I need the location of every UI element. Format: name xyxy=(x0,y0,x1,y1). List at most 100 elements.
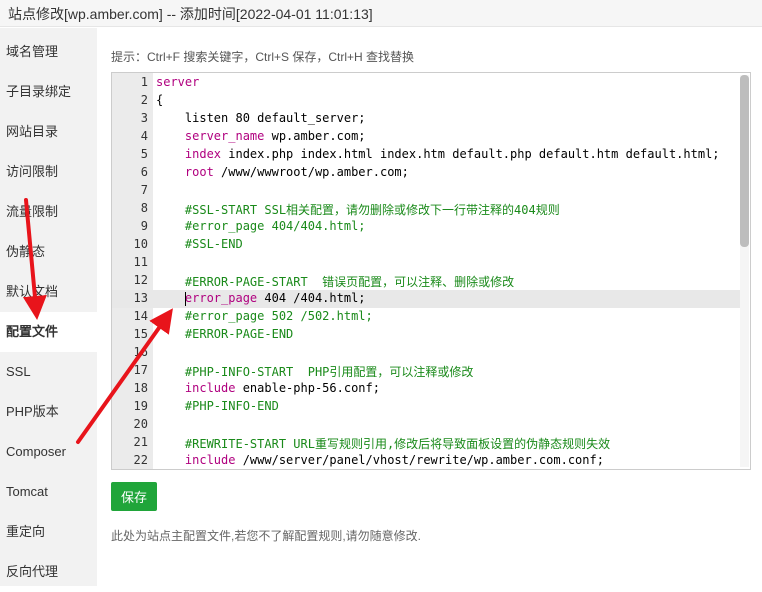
save-button[interactable]: 保存 xyxy=(111,482,157,511)
sidebar-item[interactable]: Composer xyxy=(0,432,97,472)
code-line[interactable]: 15 #ERROR-PAGE-END xyxy=(112,326,740,344)
line-number: 17 xyxy=(133,363,148,377)
code-text: #SSL-START SSL相关配置，请勿删除或修改下一行带注释的404规则 xyxy=(156,201,560,218)
sidebar-item[interactable]: Tomcat xyxy=(0,472,97,512)
line-number: 5 xyxy=(140,147,148,161)
code-text: #error_page 404/404.html; xyxy=(156,219,366,233)
code-line[interactable]: 2{ xyxy=(112,92,740,110)
line-number: 4 xyxy=(140,129,148,143)
config-editor[interactable]: 1 server 2{3 listen 80 default_server; 4 se… xyxy=(111,72,751,470)
code-line[interactable]: 20 xyxy=(112,416,740,434)
code-value: /www/server/panel/vhost/rewrite/wp.amber… xyxy=(235,453,604,467)
code-line[interactable]: 19 #PHP-INFO-END xyxy=(112,398,740,416)
code-line[interactable]: 21 #REWRITE-START URL重写规则引用,修改后将导致面板设置的伪… xyxy=(112,434,740,452)
code-line[interactable]: 9 #error_page 404/404.html; xyxy=(112,218,740,236)
code-keyword: include xyxy=(156,381,236,395)
code-line[interactable]: 17 #PHP-INFO-START PHP引用配置，可以注释或修改 xyxy=(112,362,740,380)
line-number: 6 xyxy=(140,165,148,179)
code-line[interactable]: 13 error_page 404 /404.html; xyxy=(112,290,740,308)
code-text: index index.php index.html index.htm def… xyxy=(156,147,720,161)
code-line[interactable]: 6 root /www/wwwroot/wp.amber.com; xyxy=(112,164,740,182)
code-comment: #PHP-INFO-START PHP引用配置，可以注释或修改 xyxy=(156,365,474,379)
code-line[interactable]: 7 xyxy=(112,182,740,200)
code-text: listen 80 default_server; xyxy=(156,111,366,125)
code-line[interactable]: 16 xyxy=(112,344,740,362)
sidebar-item[interactable]: 反向代理 xyxy=(0,552,97,592)
code-line[interactable]: 3 listen 80 default_server; xyxy=(112,110,740,128)
code-text: #PHP-INFO-START PHP引用配置，可以注释或修改 xyxy=(156,363,474,380)
code-text: include /www/server/panel/vhost/rewrite/… xyxy=(156,453,604,467)
sidebar-item[interactable]: 访问限制 xyxy=(0,152,97,192)
line-number: 3 xyxy=(140,111,148,125)
line-number: 10 xyxy=(133,237,148,251)
code-line[interactable]: 12 #ERROR-PAGE-START 错误页配置，可以注释、删除或修改 xyxy=(112,272,740,290)
code-text: include enable-php-56.conf; xyxy=(156,381,380,395)
code-comment: #SSL-END xyxy=(156,237,243,251)
sidebar-item[interactable]: 重定向 xyxy=(0,512,97,552)
shortcut-hint: 提示：Ctrl+F 搜索关键字，Ctrl+S 保存，Ctrl+H 查找替换 xyxy=(111,50,415,64)
sidebar-item[interactable]: 域名管理 xyxy=(0,32,97,72)
code-text: error_page 404 /404.html; xyxy=(156,291,366,305)
code-line[interactable]: 11 xyxy=(112,254,740,272)
sidebar-item[interactable]: 默认文档 xyxy=(0,272,97,312)
sidebar: 域名管理 子目录绑定 网站目录 访问限制 流量限制 伪静态 默认文档 配置文件 SSL PHP版本… xyxy=(0,28,97,586)
code-comment: #PHP-INFO-END xyxy=(156,399,279,413)
code-keyword: error_page xyxy=(156,291,258,305)
code-text: root /www/wwwroot/wp.amber.com; xyxy=(156,165,409,179)
code-comment: #ERROR-PAGE-END xyxy=(156,327,294,341)
line-number: 19 xyxy=(133,399,148,413)
sidebar-item[interactable]: 配置文件 xyxy=(0,312,97,352)
sidebar-item[interactable]: 流量限制 xyxy=(0,192,97,232)
line-number: 13 xyxy=(133,291,148,305)
line-number: 2 xyxy=(140,93,148,107)
code-line[interactable]: 10 #SSL-END xyxy=(112,236,740,254)
code-text: #error_page 502 /502.html; xyxy=(156,309,373,323)
line-number: 18 xyxy=(133,381,148,395)
line-number: 12 xyxy=(133,273,148,287)
line-number: 22 xyxy=(133,453,148,467)
code-text: #ERROR-PAGE-END xyxy=(156,327,293,341)
sidebar-item[interactable]: 网站目录 xyxy=(0,112,97,152)
code-comment: #error_page 404/404.html; xyxy=(156,219,366,233)
line-number: 9 xyxy=(140,219,148,233)
sidebar-item[interactable]: PHP版本 xyxy=(0,392,97,432)
line-number: 14 xyxy=(133,309,148,323)
code-text: { xyxy=(156,93,163,107)
code-keyword: server_name xyxy=(156,129,265,143)
line-number: 1 xyxy=(140,75,148,89)
code-comment: #SSL-START SSL相关配置，请勿删除或修改下一行带注释的404规则 xyxy=(156,203,560,217)
sidebar-item[interactable]: SSL xyxy=(0,352,97,392)
line-number: 21 xyxy=(133,435,148,449)
window-titlebar: 站点修改[wp.amber.com] -- 添加时间[2022-04-01 11… xyxy=(0,0,762,27)
code-value: /www/wwwroot/wp.amber.com; xyxy=(213,165,409,179)
code-line[interactable]: 14 #error_page 502 /502.html; xyxy=(112,308,740,326)
code-line[interactable]: 1 server xyxy=(112,74,740,92)
code-value: listen 80 default_server; xyxy=(156,111,366,125)
line-number: 8 xyxy=(140,201,148,215)
editor-scrollbar-thumb[interactable] xyxy=(740,75,749,247)
line-number: 20 xyxy=(133,417,148,431)
code-text: server xyxy=(156,75,199,89)
code-keyword: index xyxy=(156,147,222,161)
code-comment: #ERROR-PAGE-START 错误页配置，可以注释、删除或修改 xyxy=(156,275,515,289)
line-number: 11 xyxy=(133,255,148,269)
line-number: 16 xyxy=(133,345,148,359)
code-line[interactable]: 4 server_name wp.amber.com; xyxy=(112,128,740,146)
code-text: #REWRITE-START URL重写规则引用,修改后将导致面板设置的伪静态规… xyxy=(156,435,610,452)
code-line[interactable]: 8 #SSL-START SSL相关配置，请勿删除或修改下一行带注释的404规则 xyxy=(112,200,740,218)
code-text: #ERROR-PAGE-START 错误页配置，可以注释、删除或修改 xyxy=(156,273,514,290)
code-comment: #error_page 502 /502.html; xyxy=(156,309,373,323)
code-line[interactable]: 5 index index.php index.html index.htm d… xyxy=(112,146,740,164)
code-value: { xyxy=(156,93,164,107)
code-text: #PHP-INFO-END xyxy=(156,399,279,413)
config-warning-note: 此处为站点主配置文件,若您不了解配置规则,请勿随意修改. xyxy=(111,529,422,543)
code-keyword: server xyxy=(156,75,200,89)
sidebar-item[interactable]: 伪静态 xyxy=(0,232,97,272)
code-line[interactable]: 18 include enable-php-56.conf; xyxy=(112,380,740,398)
sidebar-item[interactable]: 子目录绑定 xyxy=(0,72,97,112)
code-value: wp.amber.com; xyxy=(264,129,366,143)
code-keyword: include xyxy=(156,453,236,467)
code-comment: #REWRITE-START URL重写规则引用,修改后将导致面板设置的伪静态规… xyxy=(156,437,611,451)
code-line[interactable]: 22 include /www/server/panel/vhost/rewri… xyxy=(112,452,740,469)
line-number: 7 xyxy=(140,183,148,197)
